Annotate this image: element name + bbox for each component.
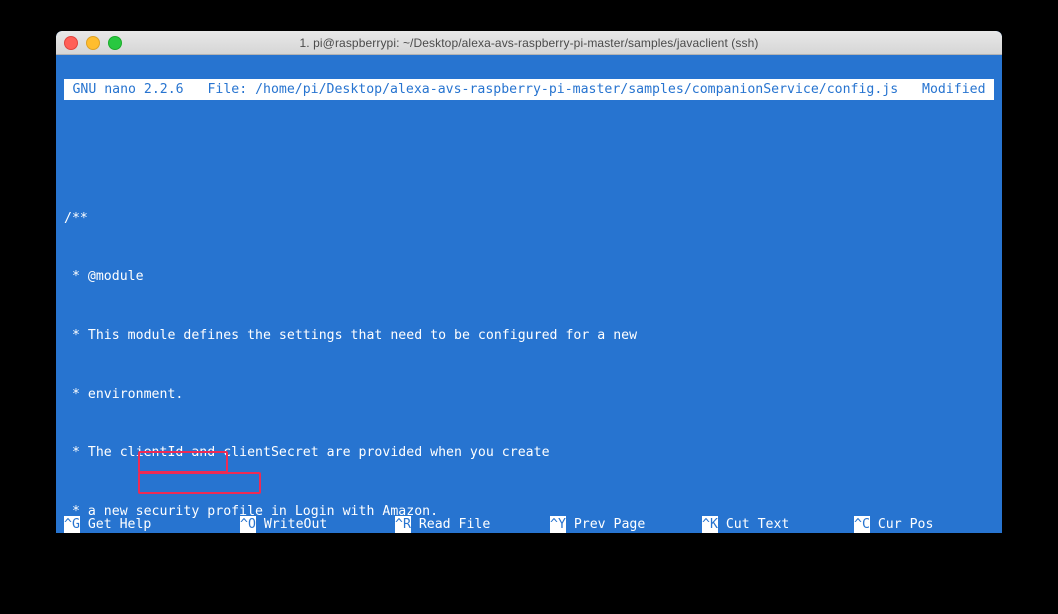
shortcut-label-writeout: WriteOut xyxy=(255,517,328,532)
nano-editor-area[interactable]: /** * @module * This module defines the … xyxy=(64,111,1002,519)
close-window-button[interactable] xyxy=(64,35,78,50)
shortcut-get-help[interactable]: ^G Get Help xyxy=(64,515,240,533)
shortcut-label-read-file: Read File xyxy=(410,517,491,532)
terminal-body[interactable]: GNU nano 2.2.6 File: /home/pi/Desktop/al… xyxy=(56,55,1002,533)
shortcut-label-cur-pos: Cur Pos xyxy=(869,517,934,532)
shortcut-key-ctrl-c: ^C xyxy=(854,516,870,533)
window-title: 1. pi@raspberrypi: ~/Desktop/alexa-avs-r… xyxy=(299,35,759,50)
code-line: * The clientId and clientSecret are prov… xyxy=(64,445,550,461)
shortcut-label-cut-text: Cut Text xyxy=(717,517,790,532)
shortcut-key-ctrl-r: ^R xyxy=(395,516,411,533)
code-line: * This module defines the settings that … xyxy=(64,328,638,344)
code-line: * @module xyxy=(64,269,144,285)
shortcut-writeout[interactable]: ^O WriteOut xyxy=(240,515,395,533)
terminal-window[interactable]: 1. pi@raspberrypi: ~/Desktop/alexa-avs-r… xyxy=(56,31,1002,533)
shortcut-label-get-help: Get Help xyxy=(79,517,152,532)
shortcut-key-ctrl-o: ^O xyxy=(240,516,256,533)
nano-header-bar: GNU nano 2.2.6 File: /home/pi/Desktop/al… xyxy=(64,79,994,100)
minimize-window-button[interactable] xyxy=(86,35,100,50)
maximize-window-button[interactable] xyxy=(108,35,122,50)
shortcut-key-ctrl-g: ^G xyxy=(64,516,80,533)
shortcut-label-prev-page: Prev Page xyxy=(565,517,646,532)
shortcut-prev-page[interactable]: ^Y Prev Page xyxy=(550,515,702,533)
window-title-bar[interactable]: 1. pi@raspberrypi: ~/Desktop/alexa-avs-r… xyxy=(56,31,1002,55)
code-line: /** xyxy=(64,210,88,226)
traffic-light-buttons xyxy=(64,31,122,54)
code-line: * environment. xyxy=(64,386,184,402)
shortcut-cur-pos[interactable]: ^C Cur Pos xyxy=(854,515,933,533)
shortcut-row-1: ^G Get Help ^O WriteOut ^R Read File ^Y … xyxy=(64,515,1002,533)
shortcut-cut-text[interactable]: ^K Cut Text xyxy=(702,515,854,533)
shortcut-key-ctrl-y: ^Y xyxy=(550,516,566,533)
nano-shortcut-bar: ^G Get Help ^O WriteOut ^R Read File ^Y … xyxy=(64,515,1002,533)
shortcut-key-ctrl-k: ^K xyxy=(702,516,718,533)
shortcut-read-file[interactable]: ^R Read File xyxy=(395,515,550,533)
